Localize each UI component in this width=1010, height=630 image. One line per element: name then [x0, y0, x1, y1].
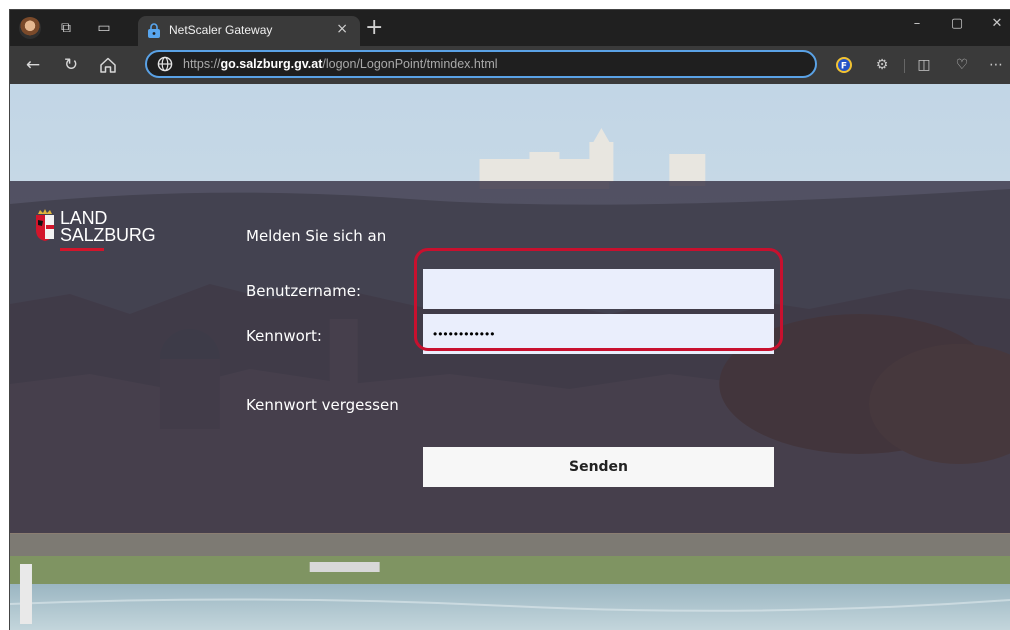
new-tab-button[interactable]: +	[365, 16, 383, 40]
tab-actions-icon[interactable]: ▭	[94, 18, 114, 38]
logo-underline	[60, 248, 104, 251]
globe-icon	[157, 56, 173, 72]
submit-button[interactable]: Senden	[423, 447, 774, 487]
close-window-button[interactable]: ✕	[987, 16, 1007, 31]
browser-essentials-icon[interactable]: ♡	[953, 56, 971, 74]
land-salzburg-logo: LAND SALZBURG	[34, 208, 156, 251]
puzzle-icon[interactable]: ⚙	[873, 56, 891, 74]
url-path: /logon/LogonPoint/tmindex.html	[322, 57, 498, 71]
password-label: Kennwort:	[246, 327, 322, 345]
lock-icon	[148, 23, 160, 38]
split-screen-icon[interactable]: ◫	[915, 56, 933, 74]
tab-strip: ⧉ ▭ NetScaler Gateway × + – ▢ ✕	[10, 10, 1010, 46]
toolbar-divider	[904, 59, 905, 73]
logo-text: LAND SALZBURG	[60, 209, 156, 245]
tab-title: NetScaler Gateway	[169, 23, 273, 37]
tab-close-icon[interactable]: ×	[336, 21, 348, 37]
page-viewport: LAND SALZBURG Melden Sie sich an Benutze…	[10, 84, 1010, 630]
logo-line-salzburg: SALZBURG	[60, 225, 156, 245]
credentials-highlight	[414, 248, 783, 351]
forgot-password-link[interactable]: Kennwort vergessen	[246, 396, 399, 414]
profile-avatar-icon[interactable]	[19, 17, 41, 39]
back-arrow-icon[interactable]: ←	[22, 54, 44, 76]
minimize-button[interactable]: –	[907, 16, 927, 31]
collections-icon[interactable]: ⧉	[56, 18, 76, 38]
navigation-bar: ← ↻ https://go.salzburg.gv.at/logon/Logo…	[10, 46, 1010, 84]
extension-f-icon[interactable]: F	[835, 56, 853, 74]
login-title: Melden Sie sich an	[246, 227, 387, 245]
browser-window: ⧉ ▭ NetScaler Gateway × + – ▢ ✕ ← ↻ http…	[9, 9, 1010, 630]
maximize-button[interactable]: ▢	[947, 16, 967, 31]
home-icon[interactable]	[98, 55, 118, 75]
url-text: https://go.salzburg.gv.at/logon/LogonPoi…	[183, 57, 498, 71]
svg-text:F: F	[841, 62, 847, 72]
tab-netscaler-gateway[interactable]: NetScaler Gateway ×	[138, 16, 360, 46]
url-scheme: https://	[183, 57, 221, 71]
coat-of-arms-icon	[36, 209, 54, 241]
more-menu-icon[interactable]: ⋯	[987, 56, 1005, 74]
url-host: go.salzburg.gv.at	[220, 57, 323, 71]
address-bar[interactable]: https://go.salzburg.gv.at/logon/LogonPoi…	[145, 50, 817, 78]
username-label: Benutzername:	[246, 282, 362, 300]
refresh-icon[interactable]: ↻	[60, 54, 82, 76]
